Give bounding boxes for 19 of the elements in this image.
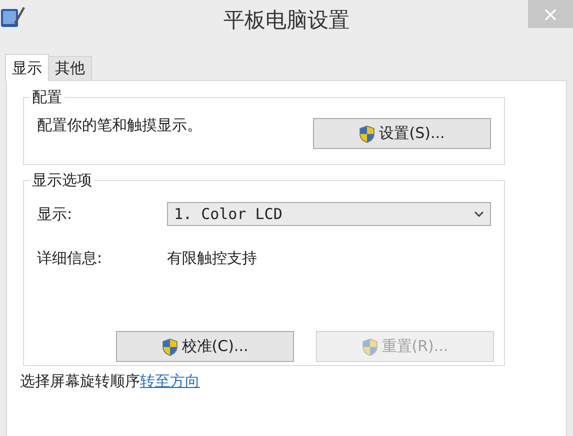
group-title: 显示选项 [30,171,94,190]
calibrate-button[interactable]: 校准(C)... [116,331,294,362]
shield-icon [362,338,378,356]
field-label: 详细信息: [37,248,104,268]
orientation-link[interactable]: 转至方向 [140,372,200,390]
tab[interactable]: 显示 [5,54,49,81]
group-title: 配置 [30,88,64,107]
rotation-text: 选择屏幕旋转顺序转至方向 [20,372,201,391]
details-value: 有限触控支持 [167,248,257,268]
shield-icon [359,124,376,142]
field-label: 显示: [37,204,74,224]
settings-button[interactable]: 设置(S)... [313,118,491,149]
shield-icon [162,338,178,356]
description-text: 配置你的笔和触摸显示。 [37,116,202,136]
window-title: 平板电脑设置 [224,7,350,34]
chevron-icon [474,211,484,217]
tab[interactable]: 其他 [48,56,92,80]
display-dropdown[interactable]: 1. Color LCD [167,202,491,226]
tablet-pen-icon [0,5,26,29]
